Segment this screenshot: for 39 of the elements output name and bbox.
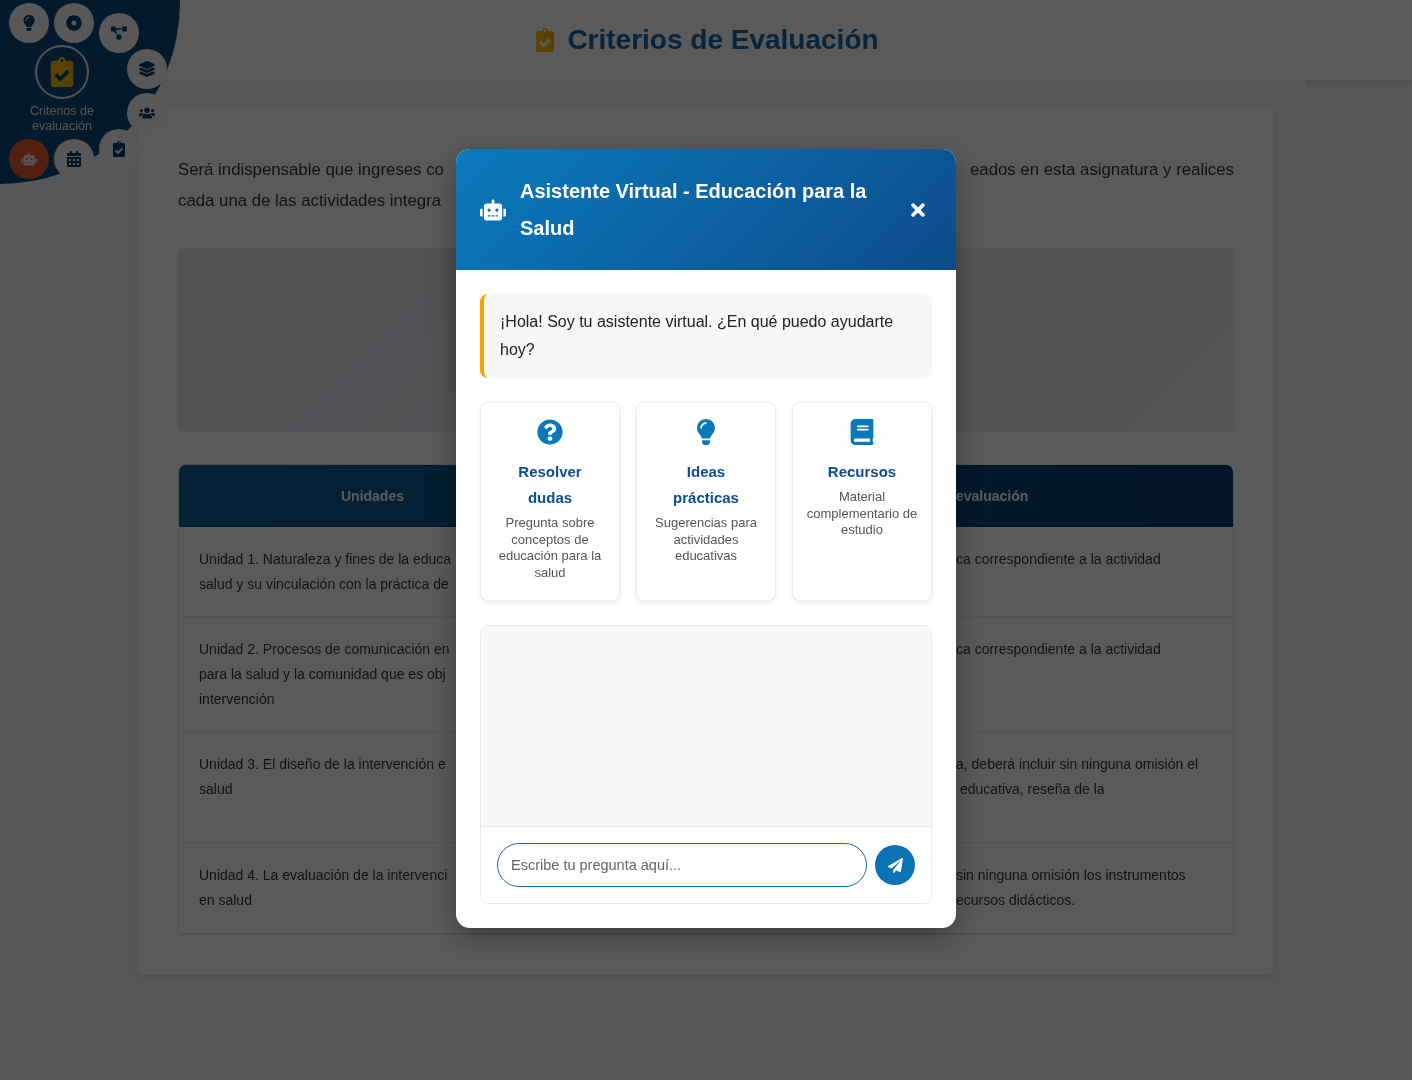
suggestion-description: Material complementario de estudio bbox=[805, 489, 919, 539]
column-header: Unidades bbox=[340, 487, 405, 506]
book-icon bbox=[849, 419, 875, 445]
suggestion-card[interactable]: Ideas prácticas Sugerencias para actividades educativas bbox=[636, 402, 776, 601]
active-section-label: Criterios de evaluación bbox=[29, 104, 95, 134]
assistant-message: ¡Hola! Soy tu asistente virtual. ¿En qué puedo ayudarte hoy? bbox=[480, 294, 932, 378]
table-cell-text: sin ninguna omisión los instrumentos ecursos didácticos. bbox=[956, 866, 1187, 910]
table-cell-text: Unidad 4. La evaluación de la intervenci en salud bbox=[198, 866, 449, 910]
lightbulb-icon bbox=[21, 15, 37, 31]
suggestion-title: Recursos bbox=[827, 462, 897, 482]
question-icon bbox=[537, 419, 563, 445]
suggestion-description: Sugerencias para actividades educativas bbox=[654, 515, 758, 565]
table-cell-text: Unidad 3. El diseño de la intervención e salud bbox=[198, 755, 447, 799]
question-input[interactable]: Escribe tu pregunta aquí... bbox=[497, 843, 867, 887]
intro-text: eados en esta asignatura y realices bbox=[970, 159, 1234, 181]
layers-icon bbox=[139, 61, 155, 77]
diagram-icon bbox=[111, 25, 127, 41]
table-cell-text: ca correspondiente a la actividad bbox=[956, 550, 1162, 569]
suggestion-card[interactable]: Recursos Material complementario de estudio bbox=[792, 402, 932, 601]
send-icon bbox=[887, 857, 903, 873]
robot-icon bbox=[21, 151, 37, 167]
suggestion-title: Resolver dudas bbox=[518, 462, 582, 508]
suggestion-title: Ideas prácticas bbox=[673, 462, 739, 508]
suggestion-card[interactable]: Resolver dudas Pregunta sobre conceptos de educación para la salud bbox=[480, 402, 620, 601]
suggestion-description: Pregunta sobre conceptos de educación para la salud bbox=[497, 515, 603, 581]
clipboard-icon bbox=[111, 141, 127, 157]
page-title: Criterios de Evaluación bbox=[567, 24, 879, 56]
table-cell-text: a, deberá incluir sin ninguna omisión el educativa, reseña de la bbox=[956, 755, 1200, 799]
send-button[interactable] bbox=[875, 845, 915, 885]
column-header: evaluación bbox=[956, 487, 1030, 506]
calendar-icon bbox=[66, 151, 82, 167]
table-cell-text: Unidad 2. Procesos de comunicación en para la salud y la comunidad que es obj intervención bbox=[198, 640, 451, 709]
users-icon bbox=[139, 105, 155, 121]
table-cell-text: ca correspondiente a la actividad bbox=[956, 640, 1162, 659]
active-section-button[interactable] bbox=[35, 45, 89, 99]
dialog-title: Asistente Virtual - Educación para la Salud bbox=[520, 178, 868, 241]
intro-text: Será indispensable que ingreses co cada una de las actividades integra bbox=[178, 159, 444, 212]
ring-icon bbox=[66, 15, 82, 31]
table-cell-text: Unidad 1. Naturaleza y fines de la educa salud y su vinculación con la práctica de bbox=[198, 550, 453, 594]
